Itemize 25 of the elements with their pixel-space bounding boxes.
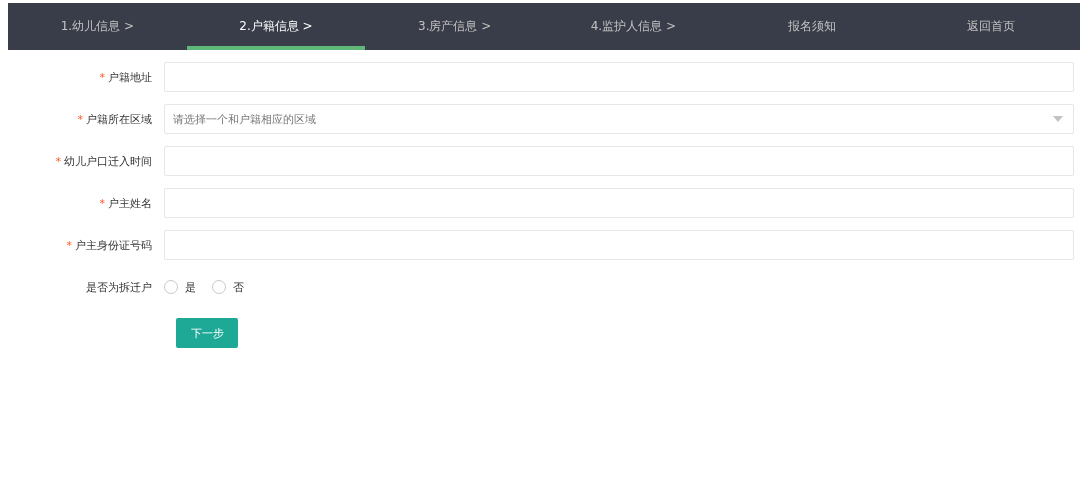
step-tab[interactable]: 2.户籍信息 > bbox=[186, 3, 366, 50]
select-field[interactable]: 请选择一个和户籍相应的区域 bbox=[164, 104, 1074, 134]
required-mark: * bbox=[66, 238, 72, 252]
step-tab[interactable]: 报名须知 bbox=[722, 3, 902, 50]
input-field[interactable] bbox=[164, 230, 1074, 260]
required-mark: * bbox=[99, 70, 105, 84]
field-label: 户主姓名 bbox=[108, 196, 152, 210]
field-label: 户主身份证号码 bbox=[75, 238, 152, 252]
field-label: 是否为拆迁户 bbox=[86, 280, 152, 294]
step-tab[interactable]: 3.房产信息 > bbox=[365, 3, 544, 50]
required-mark: * bbox=[99, 196, 105, 210]
step-tab[interactable]: 4.监护人信息 > bbox=[544, 3, 723, 50]
required-mark: * bbox=[77, 112, 83, 126]
step-tab[interactable]: 1.幼儿信息 > bbox=[8, 3, 187, 50]
step-tab[interactable]: 返回首页 bbox=[901, 3, 1080, 50]
radio-option[interactable]: 否 bbox=[212, 279, 244, 295]
input-field[interactable] bbox=[164, 62, 1074, 92]
field-label: 户籍所在区域 bbox=[86, 112, 152, 126]
input-field[interactable] bbox=[164, 188, 1074, 218]
required-mark: * bbox=[55, 154, 61, 168]
field-label: 户籍地址 bbox=[108, 70, 152, 84]
radio-option[interactable]: 是 bbox=[164, 279, 196, 295]
input-field[interactable] bbox=[164, 146, 1074, 176]
field-label: 幼儿户口迁入时间 bbox=[64, 154, 152, 168]
dropdown-caret-icon bbox=[1053, 116, 1063, 122]
